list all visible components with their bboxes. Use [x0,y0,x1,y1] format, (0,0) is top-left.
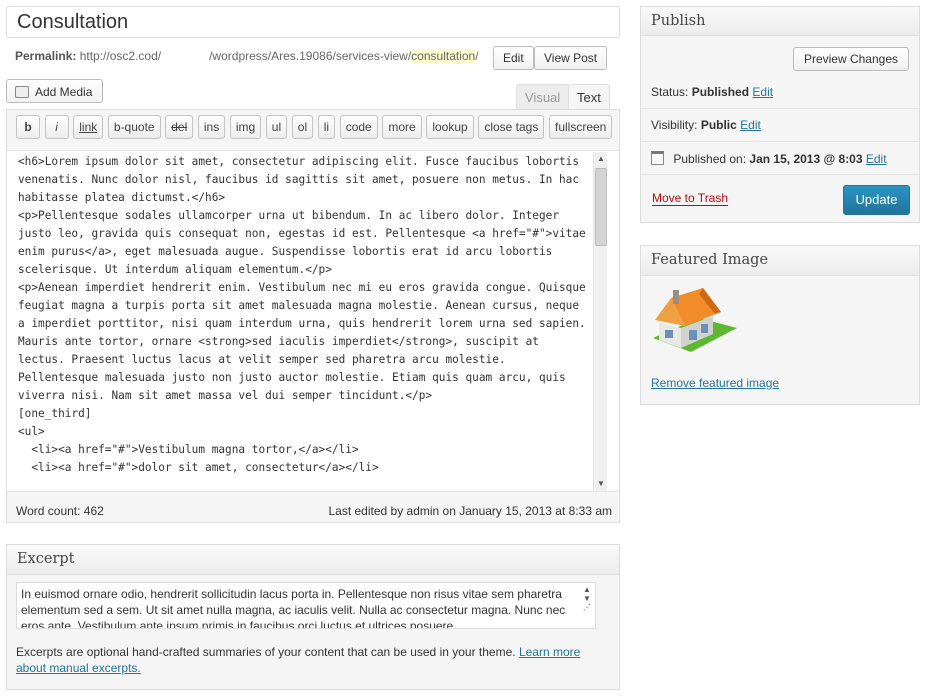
edit-visibility-link[interactable]: Edit [740,118,761,132]
quicktags-toolbar: b i link b-quote del ins img ul ol li co… [16,115,613,139]
qt-close-tags-button[interactable]: close tags [478,115,545,139]
last-edited: Last edited by admin on January 15, 2013… [328,504,612,518]
permalink-prefix: http://osc2.cod/ [79,49,162,63]
featured-image-box: Featured Image Remove featured image [640,245,920,405]
permalink-label: Permalink: [15,49,77,63]
excerpt-textarea[interactable]: In euismod ornare odio, hendrerit sollic… [16,582,596,629]
excerpt-title: Excerpt [7,545,619,575]
status-row: Status: Published Edit [651,85,773,99]
view-post-button[interactable]: View Post [534,46,608,70]
qt-ol-button[interactable]: ol [291,115,314,139]
edit-status-link[interactable]: Edit [752,85,773,99]
status-value: Published [691,85,750,99]
permalink-row: Permalink: http://osc2.cod/ /wordpress/Ar… [15,49,479,63]
tab-text[interactable]: Text [568,84,610,111]
featured-image-title: Featured Image [641,246,919,276]
scroll-thumb[interactable] [595,168,607,246]
published-on-label: Published on: [673,152,747,166]
editor-status-bar: Word count: 462 Last edited by admin on … [16,504,612,518]
qt-more-button[interactable]: more [382,115,422,139]
word-count: Word count: 462 [16,504,104,518]
excerpt-help-text: Excerpts are optional hand-crafted summa… [16,645,519,659]
excerpt-text: In euismod ornare odio, hendrerit sollic… [21,587,566,629]
remove-featured-image-link[interactable]: Remove featured image [651,376,779,390]
content-textarea[interactable]: <h6>Lorem ipsum dolor sit amet, consecte… [7,150,619,492]
excerpt-help: Excerpts are optional hand-crafted summa… [16,644,606,676]
tab-visual[interactable]: Visual [516,84,570,110]
calendar-icon [651,151,664,165]
visibility-value: Public [700,118,737,132]
excerpt-scrollbar[interactable]: ▲ ▼ ⋰ [581,585,593,626]
edit-permalink-button[interactable]: Edit [493,46,534,70]
qt-link-button[interactable]: link [73,115,104,139]
visibility-row: Visibility: Public Edit [651,118,761,132]
post-title-input[interactable]: Consultation [6,6,620,38]
published-on-value: Jan 15, 2013 @ 8:03 [749,152,863,166]
publish-box: Publish Preview Changes Status: Publishe… [640,6,920,223]
scroll-up-icon[interactable]: ▲ [594,152,608,166]
media-icon [15,86,29,98]
permalink-slug[interactable]: consultation [411,49,476,63]
add-media-button[interactable]: Add Media [6,79,104,103]
edit-date-link[interactable]: Edit [866,152,887,166]
preview-changes-button[interactable]: Preview Changes [792,47,909,71]
qt-bold-button[interactable]: b [16,115,40,139]
permalink-path: /wordpress/Ares.19086/services-view/ [209,49,412,63]
qt-ins-button[interactable]: ins [197,115,226,139]
content-text: <h6>Lorem ipsum dolor sit amet, consecte… [18,155,586,474]
qt-li-button[interactable]: li [317,115,336,139]
qt-lookup-button[interactable]: lookup [426,115,474,139]
qt-img-button[interactable]: img [229,115,262,139]
house-thumbnail-icon[interactable] [651,286,739,354]
excerpt-box: Excerpt In euismod ornare odio, hendreri… [6,544,620,690]
scroll-down-icon[interactable]: ▼ [594,477,608,491]
visibility-label: Visibility: [651,118,698,132]
qt-blockquote-button[interactable]: b-quote [107,115,161,139]
qt-fullscreen-button[interactable]: fullscreen [548,115,613,139]
status-label: Status: [651,85,689,99]
qt-code-button[interactable]: code [339,115,378,139]
qt-ul-button[interactable]: ul [265,115,288,139]
move-to-trash-link[interactable]: Move to Trash [652,191,729,206]
qt-del-button[interactable]: del [165,115,194,139]
post-editor: b i link b-quote del ins img ul ol li co… [6,109,620,523]
publish-title: Publish [641,7,919,36]
add-media-label: Add Media [35,85,93,99]
content-scrollbar[interactable]: ▲ ▼ [593,152,607,491]
qt-italic-button[interactable]: i [44,115,69,139]
published-on-row: Published on: Jan 15, 2013 @ 8:03 Edit [651,151,887,166]
permalink-suffix: / [475,49,479,63]
update-button[interactable]: Update [843,185,910,215]
